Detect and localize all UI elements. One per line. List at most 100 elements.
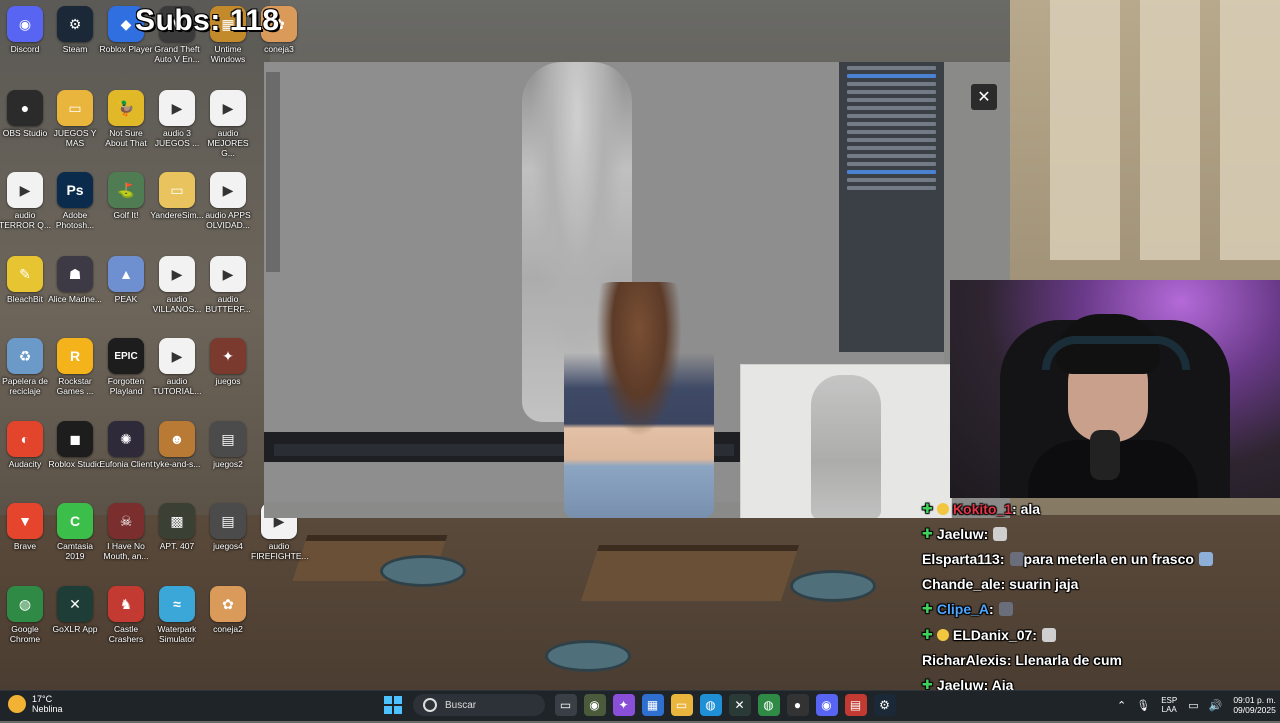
desktop-icon-yandere[interactable]: ▭ YandereSim... [150,172,204,220]
edge-icon[interactable]: ◍ [699,694,722,716]
desktop-icon-brave[interactable]: ▼ Brave [0,503,50,551]
audio-apps-icon: ▶ [210,172,246,208]
desktop-icon-camtasia[interactable]: C Camtasia 2019 [50,503,100,561]
desktop-icon-castle[interactable]: ♞ Castle Crashers [101,586,151,644]
desktop-icon-label: Google Chrome [9,624,41,644]
desktop-icon-label: Audacity [8,459,42,469]
weather-temperature: 17°C [32,694,53,704]
desktop-icon-apt407[interactable]: ▩ APT. 407 [152,503,202,551]
desktop-icon-label: PEAK [114,294,138,304]
widgets-icon[interactable]: ◉ [583,694,606,716]
close-icon: ✕ [977,89,991,106]
file-explorer-icon[interactable]: ▭ [670,694,693,716]
desktop-icon-label: Steam [62,44,88,54]
desktop-icon-not-sure[interactable]: 🦆 Not Sure About That [101,90,151,148]
preview-close-button[interactable]: ✕ [971,84,997,110]
image-preview-window[interactable]: ✕ [264,62,1010,518]
chat-username[interactable]: Clipe_A [937,601,989,617]
microphone-tray-icon[interactable]: 🎙 [1136,699,1150,712]
desktop-icon-goxlr[interactable]: ✕ GoXLR App [50,586,100,634]
desktop-icon-label: JUEGOS Y MAS [53,128,97,148]
desktop-icon-audacity[interactable]: ◐ Audacity [0,421,50,469]
chat-message: RicharAlexis : Llenarla de cum [922,647,1280,672]
steam-icon: ⚙ [57,6,93,42]
audacity-icon: ◐ [7,421,43,457]
desktop-icon-peak[interactable]: ▲ PEAK [101,256,151,304]
taskbar-search[interactable]: Buscar [413,694,545,716]
desktop-icon-audio-mejores[interactable]: ▶ audio MEJORES G... [203,90,253,158]
peak-icon: ▲ [108,256,144,292]
desktop-icon-obs[interactable]: ● OBS Studio [0,90,50,138]
desktop-icon-papelera[interactable]: ♻ Papelera de reciclaje [0,338,50,396]
desktop-icon-waterpark[interactable]: ≈ Waterpark Simulator [152,586,202,644]
goxlr-icon: ✕ [57,586,93,622]
desktop-icon-ihavenomouth[interactable]: ☠ I Have No Mouth, an... [101,503,151,561]
preview-product-box [740,364,952,518]
emote-icon [1009,551,1024,566]
desktop-icon-label: audio MEJORES G... [207,128,249,158]
desktop-icon-golf[interactable]: ⛳ Golf It! [101,172,151,220]
desktop-icon-audio-tutorial[interactable]: ▶ audio TUTORIAL... [152,338,202,396]
chat-username[interactable]: ELDanix_07 [953,627,1032,643]
desktop-icon-label: audio TERROR Q... [0,210,51,230]
audio-terror-icon: ▶ [7,172,43,208]
desktop-icon-bleachbit[interactable]: ✎ BleachBit [0,256,50,304]
desktop-icon-juegos-mas[interactable]: ▭ JUEGOS Y MAS [50,90,100,148]
preview-outliner-panel [839,62,944,352]
desktop-icon-alice[interactable]: ☗ Alice Madne... [48,256,102,304]
weather-condition: Neblina [32,704,63,714]
copilot-icon[interactable]: ✦ [612,694,635,716]
desktop-icon-label: audio BUTTERF... [205,294,251,314]
sun-icon [8,695,26,713]
desktop-icon-audio3[interactable]: ▶ audio 3 JUEGOS ... [152,90,202,148]
desktop-icon-steam[interactable]: ⚙ Steam [50,6,100,54]
desktop-icon-roblox-studio[interactable]: ◼ Roblox Studio [48,421,102,469]
desktop-icon-label: Untime Windows [210,44,246,64]
desktop-icon-audio-apps[interactable]: ▶ audio APPS OLVIDAD... [203,172,253,230]
desktop-icon-tyke[interactable]: ☻ tyke-and-s... [152,421,202,469]
desktop-icon-label: Roblox Player [99,44,153,54]
chat-username[interactable]: Elsparta113 [922,551,1000,567]
goxlr-taskbar-icon[interactable]: ✕ [728,694,751,716]
subscriber-badge-icon: ✚ [922,601,933,617]
desktop-icon-coneja2[interactable]: ✿ coneja2 [203,586,253,634]
chat-username[interactable]: Kokito_1 [953,501,1012,517]
chrome-taskbar-icon[interactable]: ◍ [757,694,780,716]
chat-username[interactable]: Chande_ale [922,576,1001,592]
discord-taskbar-icon[interactable]: ◉ [815,694,838,716]
network-icon[interactable]: ▭ [1188,699,1198,712]
volume-icon[interactable]: 🔊 [1209,699,1223,712]
start-button[interactable] [382,694,404,716]
media-taskbar-icon[interactable]: ▤ [844,694,867,716]
chat-text: : [989,601,994,618]
desktop-icon-label: Papelera de reciclaje [2,376,48,396]
desktop-icon-label: Rockstar Games ... [56,376,94,396]
tyke-icon: ☻ [159,421,195,457]
eufonia-icon: ✺ [108,421,144,457]
desktop-icon-juegos[interactable]: ✦ juegos [203,338,253,386]
desktop-icon-label: Golf It! [113,210,139,220]
desktop-icon-audio-villanos[interactable]: ▶ audio VILLANOS... [152,256,202,314]
desktop-icon-discord[interactable]: ◉ Discord [0,6,50,54]
desktop-icon-eufonia[interactable]: ✺ Eufonia Client [100,421,152,469]
desktop-icon-label: juegos [215,376,241,386]
chat-username[interactable]: RicharAlexis [922,652,1007,668]
steam-taskbar-icon[interactable]: ⚙ [873,694,896,716]
obs-taskbar-icon[interactable]: ● [786,694,809,716]
desktop-icon-juegos4[interactable]: ▤ juegos4 [203,503,253,551]
chevron-up-icon[interactable]: ⌃ [1117,699,1126,712]
taskbar-clock[interactable]: 09:01 p. m. 09/09/2025 [1233,695,1276,715]
chat-username[interactable]: Jaeluw [937,526,984,542]
desktop-icon-photoshop[interactable]: Ps Adobe Photosh... [50,172,100,230]
desktop-icon-label: Roblox Studio [48,459,102,469]
desktop-icon-audio-terror[interactable]: ▶ audio TERROR Q... [0,172,51,230]
desktop-icon-epic[interactable]: EPIC Forgotten Playland [101,338,151,396]
task-view-icon[interactable]: ▭ [554,694,577,716]
store-icon[interactable]: ▦ [641,694,664,716]
desktop-icon-audio-butterf[interactable]: ▶ audio BUTTERF... [203,256,253,314]
desktop-icon-rockstar[interactable]: R Rockstar Games ... [50,338,100,396]
weather-widget[interactable]: 17°C Neblina [8,694,63,714]
desktop-icon-juegos2[interactable]: ▤ juegos2 [203,421,253,469]
language-indicator[interactable]: ESP LAA [1161,696,1177,714]
desktop-icon-chrome[interactable]: ◍ Google Chrome [0,586,50,644]
